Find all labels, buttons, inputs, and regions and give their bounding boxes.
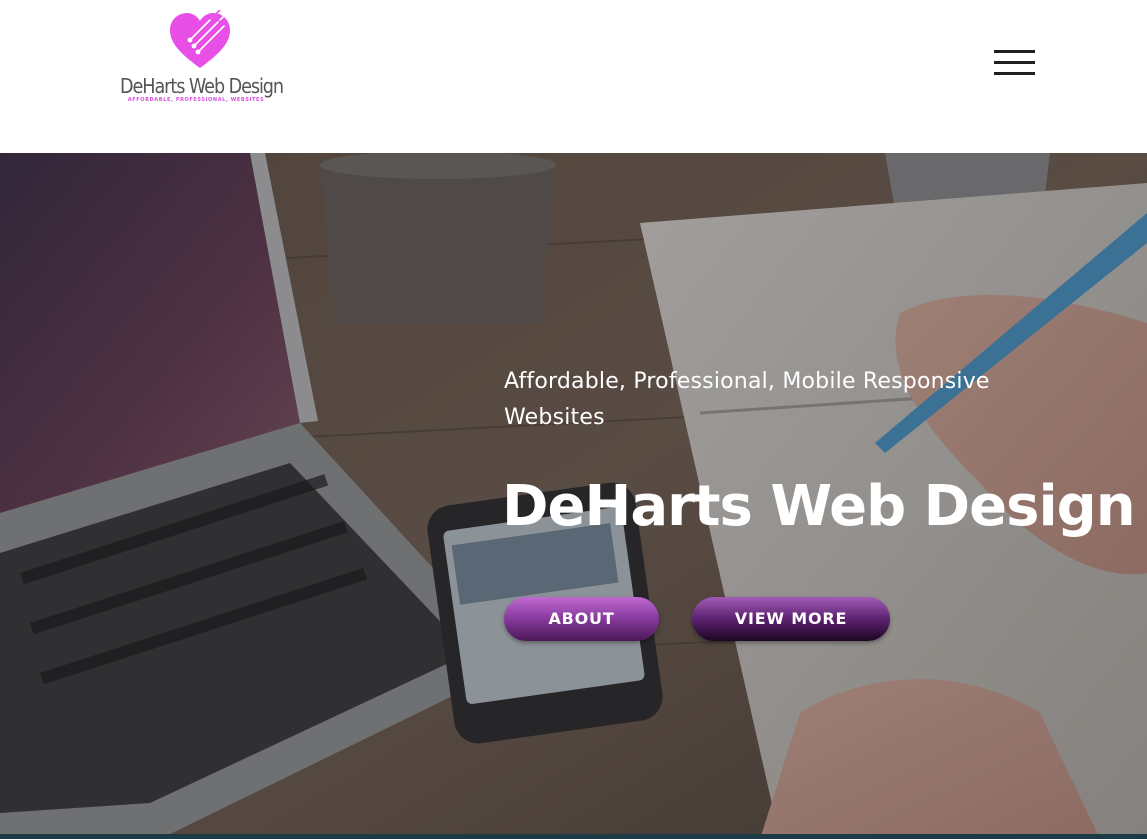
about-button[interactable]: ABOUT	[504, 597, 659, 641]
logo-tagline: AFFORDABLE, PROFESSIONAL, WEBSITES	[127, 97, 265, 103]
menu-line	[994, 61, 1035, 64]
menu-line	[994, 72, 1035, 75]
heart-circuit-icon	[170, 10, 230, 68]
bottom-strip	[0, 834, 1147, 839]
view-more-button[interactable]: VIEW MORE	[692, 597, 890, 641]
menu-line	[994, 50, 1035, 53]
logo-link[interactable]: DeHarts Web Design AFFORDABLE, PROFESSIO…	[120, 10, 284, 110]
hero-subtitle: Affordable, Professional, Mobile Respons…	[504, 369, 990, 430]
hamburger-menu-icon[interactable]	[994, 49, 1036, 77]
hero-title: DeHarts Web Design	[502, 474, 1136, 539]
hero-section: Affordable, Professional, Mobile Respons…	[0, 153, 1147, 839]
logo-name: DeHarts Web Design	[120, 74, 284, 98]
site-header: DeHarts Web Design AFFORDABLE, PROFESSIO…	[0, 0, 1147, 153]
